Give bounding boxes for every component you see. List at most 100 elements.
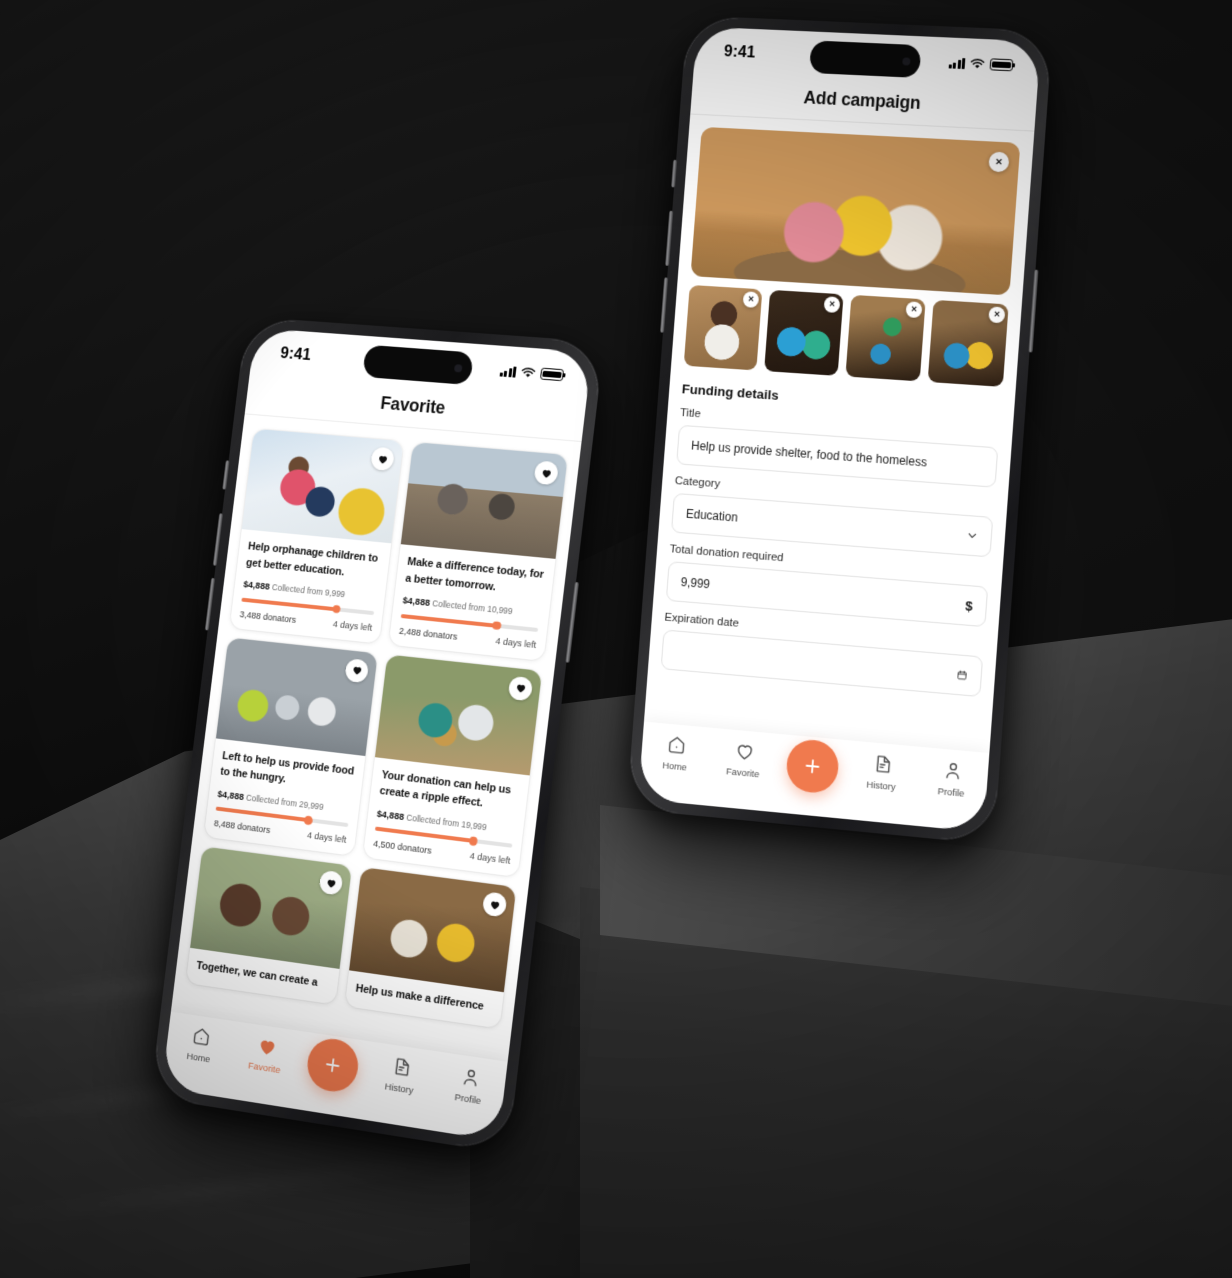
campaign-photo	[349, 867, 516, 992]
thumbnail-item[interactable]: ✕	[845, 295, 925, 382]
add-campaign-form: ✕ ✕ ✕ ✕ ✕ Funding details Title Help us …	[648, 114, 1034, 698]
tab-label: Favorite	[726, 765, 760, 779]
tab-home[interactable]: Home	[170, 1022, 231, 1067]
campaign-card-grid: Help orphanage children to get better ed…	[186, 429, 568, 1029]
battery-icon	[540, 368, 564, 381]
dynamic-island	[362, 345, 474, 385]
campaign-card[interactable]: Together, we can create a	[186, 846, 352, 1004]
campaign-title: Your donation can help us create a rippl…	[379, 767, 520, 817]
status-time: 9:41	[723, 43, 756, 62]
campaign-body: Your donation can help us create a rippl…	[363, 757, 530, 877]
tab-profile[interactable]: Profile	[921, 757, 984, 800]
campaign-image	[401, 442, 568, 559]
tab-label: Home	[662, 759, 687, 772]
collected-amount: $4,888	[217, 789, 244, 802]
heart-icon	[733, 740, 755, 763]
campaign-image	[242, 429, 404, 544]
thumbnail-item[interactable]: ✕	[684, 285, 763, 371]
status-time: 9:41	[279, 345, 312, 365]
home-icon	[665, 734, 687, 757]
pedestal	[600, 805, 1232, 1278]
status-indicators	[500, 365, 564, 381]
dynamic-island	[809, 40, 921, 78]
tab-label: History	[384, 1080, 414, 1095]
collected-label: Collected from 29,999	[245, 792, 324, 811]
campaign-card[interactable]: Help orphanage children to get better ed…	[230, 429, 404, 643]
collected-amount: $4,888	[376, 809, 404, 822]
chevron-down-icon	[966, 530, 978, 542]
tab-label: Profile	[937, 785, 965, 799]
campaign-body: Make a difference today, for a better to…	[389, 544, 556, 660]
add-campaign-fab[interactable]	[785, 738, 840, 795]
thumbnail-item[interactable]: ✕	[764, 290, 844, 376]
collected-amount: $4,888	[402, 596, 430, 609]
tab-label: Home	[186, 1050, 211, 1064]
person-icon	[459, 1065, 482, 1089]
add-campaign-fab[interactable]	[305, 1036, 361, 1095]
battery-icon	[990, 59, 1014, 72]
document-icon	[390, 1055, 413, 1079]
tab-favorite[interactable]: Favorite	[713, 738, 774, 780]
campaign-title: Make a difference today, for a better to…	[404, 554, 545, 601]
field-title: Title Help us provide shelter, food to t…	[676, 407, 999, 488]
tab-label: Profile	[454, 1091, 482, 1106]
campaign-card[interactable]: Your donation can help us create a rippl…	[363, 654, 542, 877]
days-left: 4 days left	[469, 851, 511, 866]
favorite-list: Help orphanage children to get better ed…	[175, 414, 582, 1030]
tab-history[interactable]: History	[369, 1052, 432, 1098]
home-icon	[190, 1025, 212, 1049]
cellular-bars-icon	[949, 57, 966, 69]
front-camera-icon	[902, 57, 910, 65]
mute-switch[interactable]	[671, 160, 677, 188]
phone-right-add-campaign: 9:41 Add campaign ✕ ✕ ✕ ✕ ✕ Funding deta…	[627, 15, 1053, 844]
wifi-icon	[970, 58, 986, 70]
mockup-scene: 9:41 Favorite Help orphanage children to…	[0, 0, 1232, 1278]
campaign-body: Help orphanage children to get better ed…	[230, 529, 392, 643]
campaign-photo	[401, 442, 568, 559]
thumbnail-item[interactable]: ✕	[928, 300, 1009, 387]
heart-icon	[256, 1035, 278, 1059]
campaign-body: Left to help us provide food to the hung…	[204, 738, 366, 856]
screen-add-campaign: 9:41 Add campaign ✕ ✕ ✕ ✕ ✕ Funding deta…	[638, 26, 1041, 832]
tab-favorite[interactable]: Favorite	[235, 1032, 296, 1077]
hero-image[interactable]: ✕	[690, 127, 1020, 296]
tab-label: Favorite	[248, 1059, 281, 1075]
campaign-card[interactable]: Left to help us provide food to the hung…	[204, 637, 378, 856]
cellular-bars-icon	[500, 365, 517, 377]
collected-label: Collected from 10,999	[432, 599, 513, 617]
tab-add-campaign[interactable]	[781, 744, 844, 795]
thumbnail-strip: ✕ ✕ ✕ ✕	[684, 285, 1009, 387]
campaign-title: Left to help us provide food to the hung…	[219, 748, 355, 797]
days-left: 4 days left	[332, 618, 372, 632]
campaign-image	[349, 867, 516, 992]
donators-count: 8,488 donators	[213, 818, 271, 835]
campaign-photo	[242, 429, 404, 544]
tab-add-campaign[interactable]	[301, 1042, 364, 1096]
tab-history[interactable]: History	[851, 751, 914, 794]
campaign-photo	[216, 637, 378, 756]
campaign-title: Help orphanage children to get better ed…	[245, 539, 381, 585]
campaign-image	[190, 846, 352, 969]
collected-amount: $4,888	[243, 580, 270, 592]
campaign-card[interactable]: Make a difference today, for a better to…	[389, 442, 568, 660]
collected-label: Collected from 9,999	[271, 583, 345, 600]
campaign-image	[216, 637, 378, 756]
days-left: 4 days left	[307, 830, 347, 845]
collected-label: Collected from 19,999	[406, 812, 487, 832]
calendar-icon	[956, 669, 968, 681]
plus-icon	[801, 754, 824, 778]
donators-count: 4,500 donators	[373, 838, 433, 855]
donators-count: 2,488 donators	[399, 625, 458, 641]
tab-profile[interactable]: Profile	[438, 1062, 502, 1108]
field-value: 9,999	[680, 575, 710, 591]
status-indicators	[949, 57, 1014, 71]
field-category: Category Education	[671, 475, 995, 557]
wifi-icon	[520, 367, 536, 379]
person-icon	[941, 759, 964, 782]
campaign-card[interactable]: Help us make a difference	[345, 867, 517, 1028]
currency-suffix: $	[965, 598, 973, 614]
field-expiration-date: Expiration date	[661, 612, 985, 697]
field-value: Help us provide shelter, food to the hom…	[691, 439, 928, 470]
campaign-image	[375, 654, 542, 775]
tab-home[interactable]: Home	[645, 732, 706, 774]
